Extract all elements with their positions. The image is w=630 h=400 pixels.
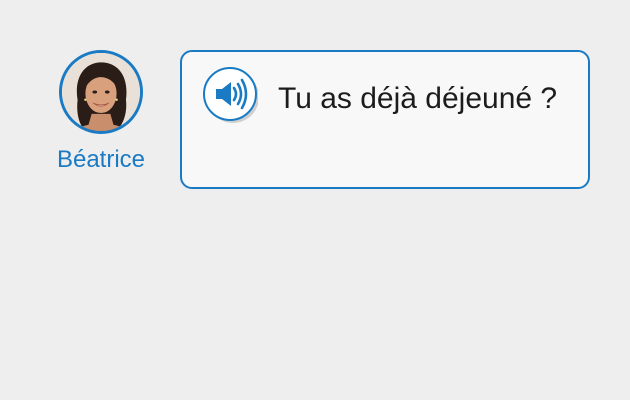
avatar <box>59 50 143 134</box>
speaker-block: Béatrice <box>51 50 151 174</box>
sentence-text: Tu as déjà déjeuné ? <box>278 82 558 115</box>
portrait-photo <box>62 53 140 131</box>
speech-bubble: Tu as déjà déjeuné ? <box>180 50 590 189</box>
speaker-name: Béatrice <box>56 146 146 173</box>
